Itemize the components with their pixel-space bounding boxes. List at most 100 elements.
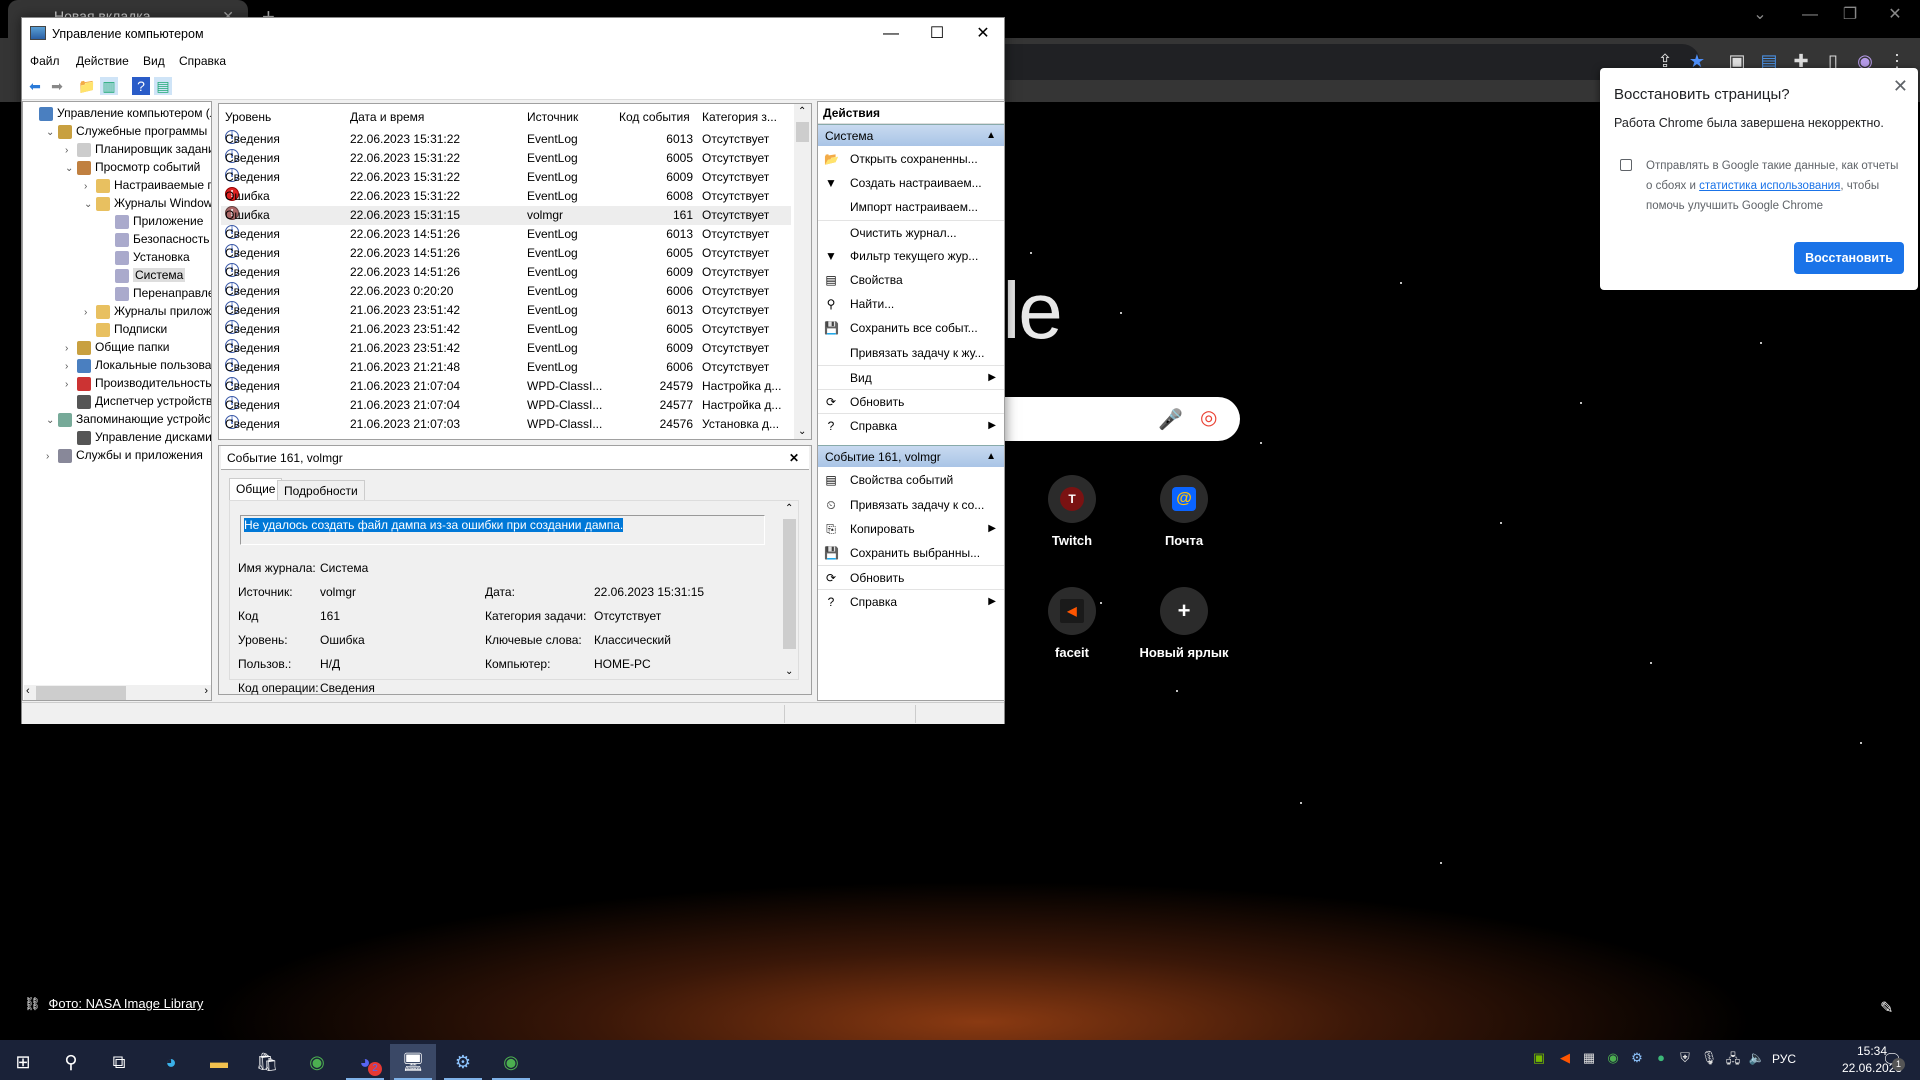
help-icon[interactable]: ? (132, 77, 150, 95)
detail-scrollbar[interactable]: ⌃ ⌄ (781, 501, 798, 679)
action-item[interactable]: ▤ Свойства (818, 268, 1004, 292)
action-item[interactable]: ⏲ Привязать задачу к со... (818, 493, 1004, 517)
expand-arrow-icon[interactable]: ⌄ (65, 160, 77, 178)
action-item[interactable]: ⚲ Найти... (818, 292, 1004, 316)
customize-pencil-icon[interactable]: ✎ (1880, 998, 1893, 1018)
nvidia-tray-icon[interactable]: ▣ (1530, 1050, 1548, 1070)
restore-button[interactable]: ❐ (1825, 0, 1875, 30)
back-arrow-icon[interactable]: ⬅ (26, 77, 44, 95)
maximize-button[interactable]: ☐ (914, 18, 960, 50)
computer-management-taskbar-icon[interactable]: 🖥 (390, 1044, 436, 1080)
tree-item[interactable]: Диспетчер устройств (65, 392, 211, 410)
start-button[interactable]: ⊞ (0, 1044, 46, 1080)
task-view-button[interactable]: ⧉ (96, 1044, 142, 1080)
chrome-tray-icon[interactable]: ◉ (1604, 1050, 1622, 1070)
search-button[interactable]: ⚲ (48, 1044, 94, 1080)
tree-item[interactable]: › Общие папки (65, 338, 169, 356)
tree-item[interactable]: › Планировщик заданий (65, 140, 211, 158)
column-header-datetime[interactable]: Дата и время (350, 106, 424, 128)
notifications-icon[interactable]: 🗨1 (1882, 1050, 1905, 1071)
tree-item[interactable]: Управление дисками (65, 428, 211, 446)
menu-file[interactable]: Файл (30, 54, 60, 68)
action-item[interactable]: 📂 Открыть сохраненны... (818, 147, 1004, 171)
send-stats-checkbox[interactable] (1620, 159, 1632, 171)
actions-section-event[interactable]: Событие 161, volmgr ▲ (818, 445, 1004, 468)
menu-help[interactable]: Справка (179, 54, 226, 68)
tree-item[interactable]: › Журналы приложе (84, 302, 211, 320)
table-row[interactable]: i Сведения 21.06.2023 21:07:04 WPD-ClassI..… (221, 377, 791, 396)
column-header-event-id[interactable]: Код события (619, 106, 690, 128)
tree-item[interactable]: › Производительность (65, 374, 211, 392)
microphone-icon[interactable]: 🎙 (1700, 1050, 1718, 1070)
action-item[interactable]: Очистить журнал... (818, 219, 1004, 244)
tree-item[interactable]: Управление компьютером (л (27, 104, 211, 122)
photo-credit-link[interactable]: ⛓ Фото: NASA Image Library (24, 996, 203, 1012)
actions-section-system[interactable]: Система ▲ (818, 124, 1004, 146)
vertical-scrollbar[interactable]: ⌃ ⌄ (794, 104, 811, 439)
tab-details[interactable]: Подробности (277, 480, 365, 500)
tree-item[interactable]: ⌄ Журналы Windows (84, 194, 211, 212)
volume-icon[interactable]: 🔈 (1748, 1050, 1766, 1070)
table-row[interactable]: i Сведения 21.06.2023 23:51:42 EventLog 6005… (221, 320, 791, 339)
horizontal-scrollbar[interactable]: ‹ › (24, 685, 211, 700)
table-row[interactable]: i Сведения 22.06.2023 14:51:26 EventLog 6005… (221, 244, 791, 263)
tab-general[interactable]: Общие (229, 478, 283, 500)
action-item[interactable]: 💾 Сохранить выбранны... (818, 541, 1004, 565)
steam-tray-icon[interactable]: ⚙ (1628, 1050, 1646, 1070)
table-row[interactable]: i Сведения 22.06.2023 15:31:22 EventLog 6005… (221, 149, 791, 168)
shortcut-twitch[interactable]: T Twitch (1017, 475, 1127, 548)
action-item[interactable]: ▼ Создать настраиваем... (818, 171, 1004, 195)
discord-icon[interactable]: ◕ 2 (342, 1044, 388, 1080)
action-item[interactable]: Импорт настраиваем... (818, 195, 1004, 219)
show-hide-tree-icon[interactable]: ▥ (100, 77, 118, 95)
column-header-source[interactable]: Источник (527, 106, 578, 128)
tree-item[interactable]: › Службы и приложения (46, 446, 203, 464)
tree-item[interactable]: Перенаправлен (103, 284, 211, 302)
action-item[interactable]: ? Справка ▶ (818, 589, 1004, 613)
tree-item[interactable]: › Настраиваемые пр (84, 176, 211, 194)
action-item[interactable]: Вид ▶ (818, 364, 1004, 389)
action-item[interactable]: ▤ Свойства событий (818, 468, 1004, 492)
tree-item[interactable]: Безопасность (103, 230, 210, 248)
table-row[interactable]: i Сведения 22.06.2023 0:20:20 EventLog 6006 О… (221, 282, 791, 301)
menu-view[interactable]: Вид (143, 54, 165, 68)
epic-games-tray-icon[interactable]: ▦ (1580, 1050, 1598, 1070)
event-message[interactable]: Не удалось создать файл дампа из-за ошиб… (240, 515, 765, 545)
store-icon[interactable]: 🛍 (244, 1044, 290, 1080)
column-header-task-category[interactable]: Категория з... (702, 106, 777, 128)
shortcut-faceit[interactable]: ◀ faceit (1017, 587, 1127, 660)
action-item[interactable]: Привязать задачу к жу... (818, 341, 1004, 365)
table-row[interactable]: i Сведения 21.06.2023 21:21:48 EventLog 6006… (221, 358, 791, 377)
expand-arrow-icon[interactable]: ⌄ (46, 412, 58, 430)
action-item[interactable]: 💾 Сохранить все событ... (818, 316, 1004, 340)
column-header-level[interactable]: Уровень (225, 106, 271, 128)
table-row[interactable]: i Сведения 22.06.2023 15:31:22 EventLog 6009… (221, 168, 791, 187)
forward-arrow-icon[interactable]: ➡ (48, 77, 66, 95)
chrome-icon-2[interactable]: ◉ (488, 1044, 534, 1080)
green-circle-tray-icon[interactable]: ● (1652, 1050, 1670, 1070)
table-row[interactable]: i Сведения 21.06.2023 23:51:42 EventLog 6009… (221, 339, 791, 358)
language-indicator[interactable]: РУС (1772, 1052, 1796, 1066)
tree-item[interactable]: Приложение (103, 212, 203, 230)
google-lens-icon[interactable]: ◎ (1200, 405, 1217, 430)
table-row[interactable]: i Сведения 22.06.2023 14:51:26 EventLog 6009… (221, 263, 791, 282)
restore-button[interactable]: Восстановить (1794, 242, 1904, 274)
action-item[interactable]: ⟳ Обновить (818, 565, 1004, 589)
faceit-tray-icon[interactable]: ◀ (1556, 1050, 1574, 1070)
action-item[interactable]: ▼ Фильтр текущего жур... (818, 244, 1004, 268)
chrome-icon[interactable]: ◉ (294, 1044, 340, 1080)
tab-search-icon[interactable]: ⌄ (1735, 0, 1785, 30)
network-icon[interactable]: 🖧 (1724, 1050, 1742, 1070)
close-button[interactable]: ✕ (960, 18, 1006, 50)
tree-item[interactable]: ⌄ Запоминающие устройст (46, 410, 211, 430)
table-row[interactable]: i Сведения 22.06.2023 14:51:26 EventLog 6013… (221, 225, 791, 244)
security-warning-icon[interactable]: ⛨ (1676, 1050, 1694, 1070)
address-bar[interactable] (960, 44, 1700, 80)
table-row[interactable]: i Сведения 21.06.2023 21:07:04 WPD-ClassI..… (221, 396, 791, 415)
tree-item[interactable]: Система (103, 266, 186, 284)
edge-icon[interactable]: ◕ (148, 1044, 194, 1080)
expand-arrow-icon[interactable]: › (46, 448, 58, 466)
tree-item[interactable]: Установка (103, 248, 190, 266)
minimize-button[interactable]: — (868, 18, 914, 50)
steam-icon[interactable]: ⚙ (440, 1044, 486, 1080)
